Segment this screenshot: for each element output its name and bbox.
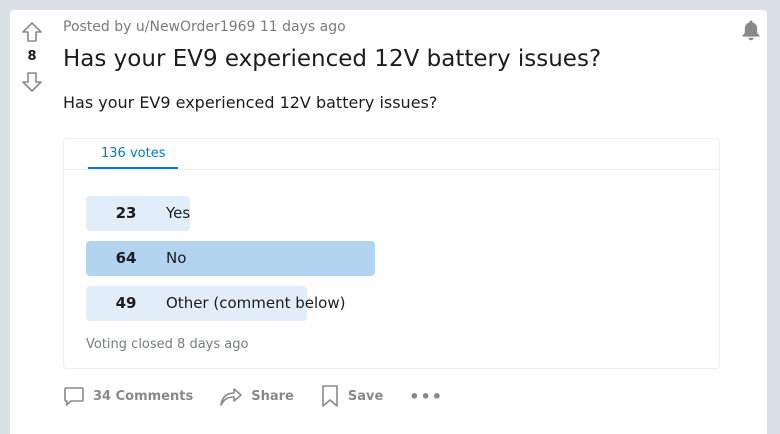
poll-header: 136 votes (64, 139, 719, 170)
share-arrow-icon (220, 388, 243, 406)
poll-status: Voting closed 8 days ago (86, 337, 249, 352)
poll-option-other: 49 Other (comment below) (86, 286, 686, 321)
comments-button[interactable]: 34 Comments (63, 385, 193, 407)
ellipsis-icon: ••• (409, 386, 443, 406)
arrow-up-outline-icon (22, 22, 42, 42)
save-label: Save (347, 388, 384, 404)
share-button[interactable]: Share (219, 385, 294, 407)
post-age[interactable]: 11 days ago (260, 19, 346, 35)
poll-option-count: 23 (115, 204, 137, 222)
comments-label: 34 Comments (93, 388, 194, 404)
poll-option-count: 49 (115, 294, 137, 312)
speech-bubble-icon (64, 387, 84, 406)
bell-icon (742, 20, 760, 41)
tab-votes[interactable]: 136 votes (88, 139, 179, 169)
poll-option-no: 64 No (86, 241, 686, 276)
post-body: Has your EV9 experienced 12V battery iss… (63, 93, 438, 112)
upvote-button[interactable] (20, 20, 44, 44)
bookmark-icon (322, 385, 338, 407)
post-title[interactable]: Has your EV9 experienced 12V battery iss… (63, 43, 601, 75)
poll-option-label: No (166, 249, 187, 267)
meta-prefix: Posted by (63, 19, 132, 35)
vote-column: 8 (20, 20, 44, 94)
poll-option-label: Yes (166, 204, 191, 222)
post-card: 8 Posted by u/NewOrder1969 11 days ago H… (10, 10, 767, 434)
save-button[interactable]: Save (320, 384, 383, 408)
poll-option-count: 64 (115, 249, 137, 267)
post-actions-bar: 34 Comments Share Save ••• (63, 382, 443, 410)
poll-option-yes: 23 Yes (86, 196, 686, 231)
author-link[interactable]: u/NewOrder1969 (136, 19, 256, 35)
more-options-button[interactable]: ••• (409, 387, 443, 406)
share-label: Share (251, 388, 294, 404)
downvote-button[interactable] (20, 70, 44, 94)
vote-score: 8 (27, 49, 37, 64)
post-meta: Posted by u/NewOrder1969 11 days ago (63, 19, 346, 35)
poll-option-label: Other (comment below) (166, 294, 346, 312)
notification-bell-button[interactable] (739, 18, 763, 42)
arrow-down-outline-icon (22, 72, 42, 92)
poll-container: 136 votes 23 Yes 64 No 49 Other (comment… (63, 138, 720, 369)
